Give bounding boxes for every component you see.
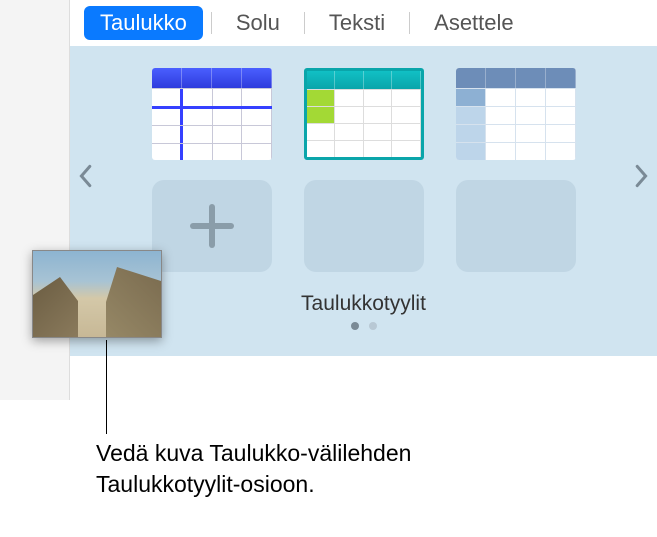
page-dot[interactable]: [369, 322, 377, 330]
tab-text[interactable]: Teksti: [313, 6, 401, 40]
tab-divider: [211, 12, 212, 34]
tab-bar: Taulukko Solu Teksti Asettele: [70, 0, 657, 46]
left-gutter: [0, 0, 70, 400]
dragged-image-thumbnail[interactable]: [32, 250, 162, 338]
tab-divider: [304, 12, 305, 34]
tab-cell[interactable]: Solu: [220, 6, 296, 40]
page-dots: [88, 322, 639, 330]
plus-icon: [190, 204, 234, 248]
tab-table[interactable]: Taulukko: [84, 6, 203, 40]
styles-prev-button[interactable]: [76, 164, 94, 188]
add-style-slot[interactable]: [152, 180, 272, 272]
callout-text: Vedä kuva Taulukko-välilehden Taulukkoty…: [96, 438, 576, 500]
tab-arrange[interactable]: Asettele: [418, 6, 530, 40]
callout-line-2: Taulukkotyylit-osioon.: [96, 471, 315, 497]
table-style-3[interactable]: [456, 68, 576, 160]
style-row-slots: [88, 180, 639, 272]
page-dot[interactable]: [351, 322, 359, 330]
empty-style-slot[interactable]: [456, 180, 576, 272]
callout-line-1: Vedä kuva Taulukko-välilehden: [96, 440, 411, 466]
styles-label: Taulukkotyylit: [88, 292, 639, 316]
style-row-presets: [88, 68, 639, 160]
table-style-1[interactable]: [152, 68, 272, 160]
styles-next-button[interactable]: [633, 164, 651, 188]
tab-divider: [409, 12, 410, 34]
empty-style-slot[interactable]: [304, 180, 424, 272]
table-style-2[interactable]: [304, 68, 424, 160]
callout-leader-line: [106, 340, 107, 434]
